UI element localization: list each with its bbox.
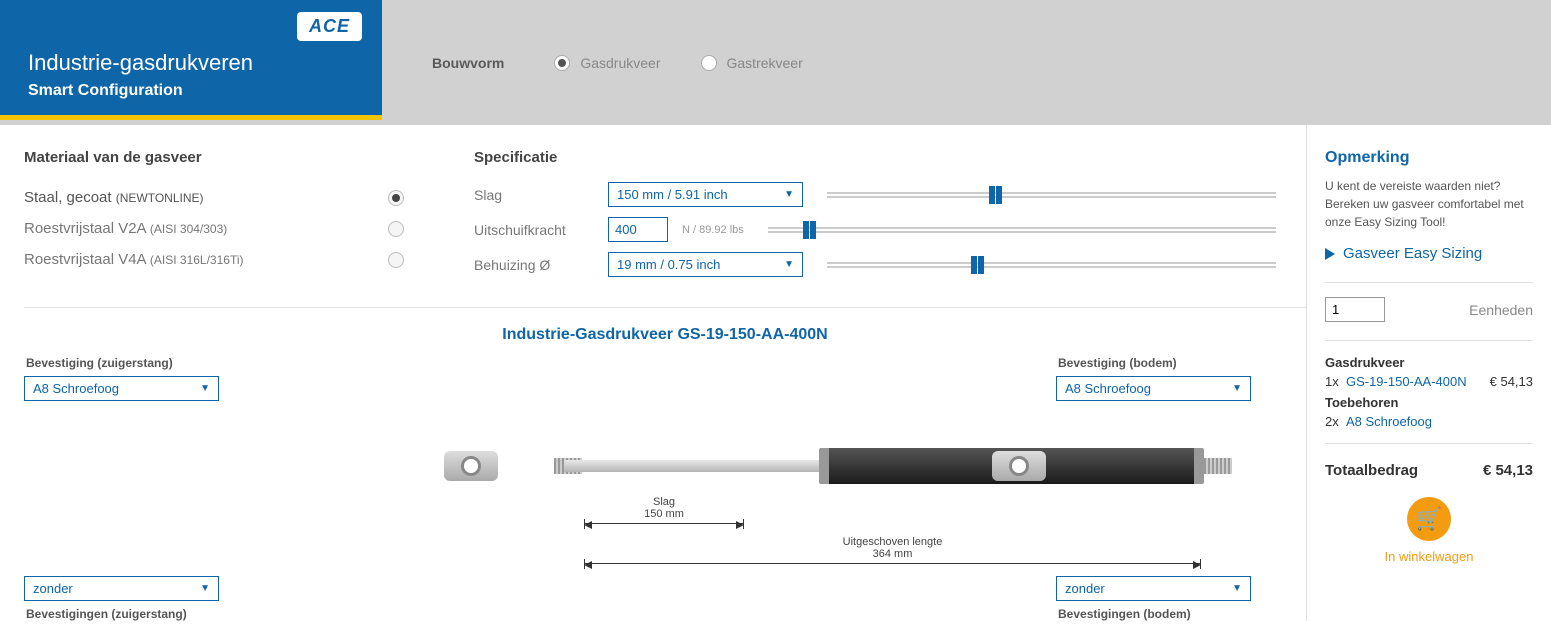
uitschuifkracht-slider[interactable]	[768, 227, 1276, 233]
dimension-length: Uitgeschoven lengte 364 mm	[584, 536, 1201, 564]
cart-qty: 2x	[1325, 414, 1339, 429]
dim-label: Slag	[584, 496, 744, 508]
spec-block: Specificatie Slag 150 mm / 5.91 inch ▼ U…	[474, 149, 1306, 287]
link-text: Gasveer Easy Sizing	[1343, 245, 1482, 262]
eye-fitting-right-icon	[992, 451, 1046, 481]
cart-item-link[interactable]: A8 Schroefoog	[1346, 414, 1432, 429]
behuizing-slider[interactable]	[827, 262, 1276, 268]
rod-icon	[564, 460, 834, 472]
radio-icon	[388, 190, 404, 206]
radio-icon	[554, 55, 570, 71]
bouwvorm-label: Bouwvorm	[432, 55, 504, 71]
quantity-input[interactable]	[1325, 297, 1385, 322]
material-label: Roestvrijstaal V2A	[24, 220, 150, 237]
brand-logo: ACE	[297, 12, 362, 41]
radio-label: Gasdrukveer	[580, 55, 660, 71]
divider	[1325, 340, 1533, 341]
dimension-slag: Slag 150 mm	[584, 496, 744, 524]
cart-section-toebehoren: Toebehoren	[1325, 395, 1533, 410]
select-value: A8 Schroefoog	[33, 381, 119, 396]
slider-handle-icon[interactable]	[803, 221, 809, 239]
spec-label-uitschuifkracht: Uitschuifkracht	[474, 222, 594, 238]
extra-fitting-left-select[interactable]: zonder ▼	[24, 576, 219, 601]
material-block: Materiaal van de gasveer Staal, gecoat (…	[24, 149, 434, 287]
spec-label-behuizing: Behuizing Ø	[474, 257, 594, 273]
fitting-left-label: Bevestiging (zuigerstang)	[26, 356, 244, 370]
extra-fitting-right-select[interactable]: zonder ▼	[1056, 576, 1251, 601]
easy-sizing-link[interactable]: Gasveer Easy Sizing	[1325, 245, 1533, 262]
select-value: zonder	[1065, 581, 1105, 596]
total-value: € 54,13	[1483, 462, 1533, 479]
cart-item-link[interactable]: GS-19-150-AA-400N	[1346, 374, 1467, 389]
uitschuifkracht-input[interactable]	[608, 217, 668, 242]
select-value: zonder	[33, 581, 73, 596]
product-diagram: Slag 150 mm Uitgeschoven lengte 364 mm	[254, 356, 1046, 586]
select-value: A8 Schroefoog	[1065, 381, 1151, 396]
behuizing-select[interactable]: 19 mm / 0.75 inch ▼	[608, 252, 803, 277]
material-option-v2a[interactable]: Roestvrijstaal V2A (AISI 304/303)	[24, 213, 434, 244]
extra-fitting-right-label: Bevestigingen (bodem)	[1058, 607, 1276, 621]
fitting-right-select[interactable]: A8 Schroefoog ▼	[1056, 376, 1251, 401]
select-value: 150 mm / 5.91 inch	[617, 187, 728, 202]
config-column: Materiaal van de gasveer Staal, gecoat (…	[0, 125, 1306, 621]
bouwvorm-row: Bouwvorm Gasdrukveer Gastrekveer	[432, 55, 803, 71]
material-note: (AISI 316L/316Ti)	[150, 253, 244, 267]
chevron-down-icon: ▼	[1232, 383, 1242, 394]
eye-fitting-left-icon	[444, 451, 498, 481]
cart-price: € 54,13	[1490, 374, 1533, 389]
material-label: Staal, gecoat	[24, 189, 116, 206]
spec-label-slag: Slag	[474, 187, 594, 203]
quantity-label: Eenheden	[1469, 302, 1533, 318]
extra-fitting-left-label: Bevestigingen (zuigerstang)	[26, 607, 244, 621]
radio-label: Gastrekveer	[727, 55, 803, 71]
chevron-down-icon: ▼	[1232, 583, 1242, 594]
add-to-cart-label: In winkelwagen	[1325, 549, 1533, 564]
slider-handle-icon[interactable]	[989, 186, 995, 204]
dim-value: 364 mm	[584, 548, 1201, 560]
material-note: (NEWTONLINE)	[116, 191, 204, 205]
chevron-down-icon: ▼	[200, 383, 210, 394]
uitschuifkracht-unit: N / 89.92 lbs	[682, 224, 744, 236]
page-subtitle: Smart Configuration	[28, 82, 354, 100]
dim-value: 150 mm	[584, 508, 744, 520]
material-note: (AISI 304/303)	[150, 222, 227, 236]
bouwvorm-option-gasdrukveer[interactable]: Gasdrukveer	[554, 55, 660, 71]
slider-handle-icon[interactable]	[971, 256, 977, 274]
cart-icon: 🛒	[1415, 506, 1442, 532]
fitting-right-label: Bevestiging (bodem)	[1058, 356, 1276, 370]
triangle-right-icon	[1325, 248, 1335, 260]
radio-icon	[388, 221, 404, 237]
cart-summary: Gasdrukveer 1x GS-19-150-AA-400N € 54,13…	[1325, 355, 1533, 429]
opmerking-text: U kent de vereiste waarden niet? Bereken…	[1325, 177, 1533, 231]
select-value: 19 mm / 0.75 inch	[617, 257, 720, 272]
dim-label: Uitgeschoven lengte	[584, 536, 1201, 548]
topbar: ACE Industrie-gasdrukveren Smart Configu…	[0, 0, 1551, 125]
radio-icon	[388, 252, 404, 268]
sidebar: Opmerking U kent de vereiste waarden nie…	[1306, 125, 1551, 621]
add-to-cart-button[interactable]: 🛒	[1407, 497, 1451, 541]
total-label: Totaalbedrag	[1325, 462, 1418, 479]
divider	[1325, 443, 1533, 444]
page-title: Industrie-gasdrukveren	[28, 50, 354, 76]
material-option-v4a[interactable]: Roestvrijstaal V4A (AISI 316L/316Ti)	[24, 244, 434, 275]
material-option-staal[interactable]: Staal, gecoat (NEWTONLINE)	[24, 182, 434, 213]
product-title: Industrie-Gasdrukveer GS-19-150-AA-400N	[24, 326, 1306, 344]
bouwvorm-option-gastrekveer[interactable]: Gastrekveer	[701, 55, 803, 71]
divider	[1325, 282, 1533, 283]
slag-select[interactable]: 150 mm / 5.91 inch ▼	[608, 182, 803, 207]
slag-slider[interactable]	[827, 192, 1276, 198]
cart-section-gasdrukveer: Gasdrukveer	[1325, 355, 1533, 370]
chevron-down-icon: ▼	[784, 259, 794, 270]
cart-qty: 1x	[1325, 374, 1339, 389]
chevron-down-icon: ▼	[200, 583, 210, 594]
material-label: Roestvrijstaal V4A	[24, 251, 150, 268]
fitting-left-select[interactable]: A8 Schroefoog ▼	[24, 376, 219, 401]
thread-icon	[1204, 458, 1232, 474]
material-heading: Materiaal van de gasveer	[24, 149, 434, 166]
radio-icon	[701, 55, 717, 71]
chevron-down-icon: ▼	[784, 189, 794, 200]
opmerking-heading: Opmerking	[1325, 149, 1533, 167]
spec-heading: Specificatie	[474, 149, 1306, 166]
brand-box: ACE Industrie-gasdrukveren Smart Configu…	[0, 0, 382, 120]
